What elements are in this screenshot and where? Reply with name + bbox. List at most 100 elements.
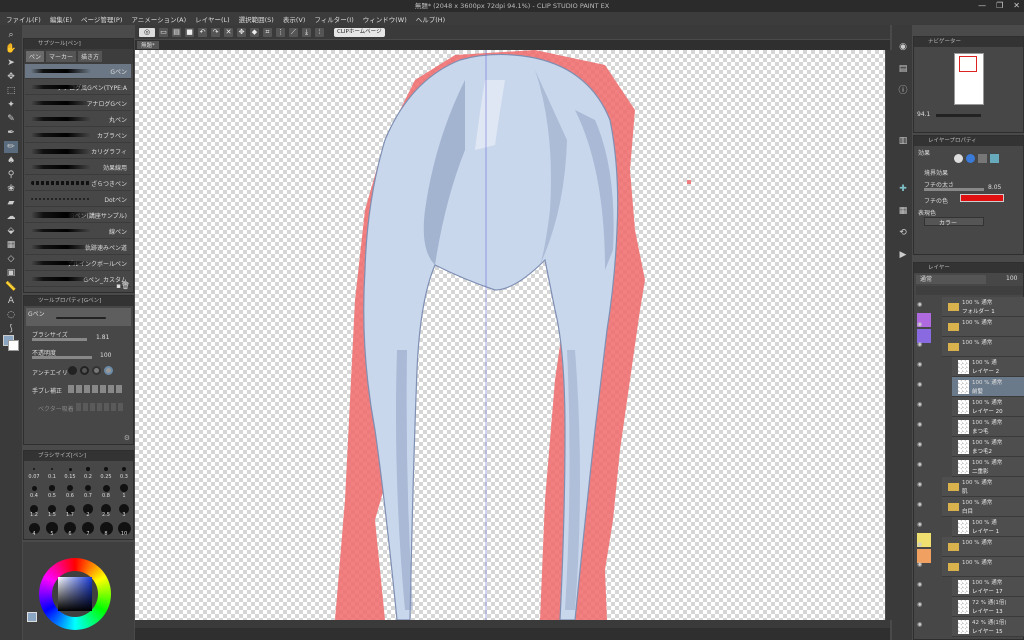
brush-item[interactable]: ゲルインクボールペン	[25, 256, 131, 271]
layer-row[interactable]: 42 % 通(1倍) レイヤー 15	[952, 617, 1024, 637]
operation-tool-icon[interactable]: ➤	[4, 57, 18, 69]
layer-visibility-icon[interactable]: ◉	[917, 341, 922, 348]
brush-size-preset[interactable]: 0.07	[26, 463, 42, 481]
effect-border-icon[interactable]	[954, 154, 963, 163]
brush-item[interactable]: 丸ペン	[25, 112, 131, 127]
expression-color-select[interactable]: カラー	[924, 217, 984, 227]
brush-size-slider[interactable]	[32, 338, 87, 341]
menu-window[interactable]: ウィンドウ(W)	[363, 14, 407, 24]
brush-size-preset[interactable]: 0.15	[62, 463, 78, 481]
ruler-tool-icon[interactable]: 📏	[4, 281, 18, 293]
vector-snap-options[interactable]	[76, 403, 124, 411]
decoration-icon[interactable]: ❀	[4, 183, 18, 195]
gradient-icon[interactable]: ▦	[4, 239, 18, 251]
menu-help[interactable]: ヘルプ(H)	[416, 14, 445, 24]
brush-size-preset[interactable]: 1	[116, 482, 132, 500]
antialias-strong-icon[interactable]	[104, 366, 113, 375]
brush-size-preset[interactable]: 7	[80, 520, 96, 538]
brush-item[interactable]: カブラペン	[25, 128, 131, 143]
effect-color-icon[interactable]	[990, 154, 999, 163]
snap-icon[interactable]: ⋮	[276, 27, 285, 37]
menu-view[interactable]: 表示(V)	[283, 14, 306, 24]
stabilization-slider[interactable]	[68, 385, 123, 393]
navigator-preview[interactable]	[954, 53, 984, 105]
brush-size-preset[interactable]: 0.5	[44, 482, 60, 500]
transform-icon[interactable]: ✥	[237, 27, 246, 37]
clip-home-button[interactable]: CLIPホームページ	[334, 27, 385, 37]
antialias-none-icon[interactable]	[68, 366, 77, 375]
layer-row[interactable]: 100 % 通常 レイヤー 20	[952, 397, 1024, 417]
brush-tool-icon[interactable]: ♠	[4, 155, 18, 167]
layer-visibility-icon[interactable]: ◉	[917, 481, 922, 488]
navigator-viewport[interactable]	[959, 56, 977, 72]
zoom-tool-icon[interactable]: ⌕	[4, 29, 18, 41]
brush-size-preset[interactable]: 2	[80, 501, 96, 519]
grid-snap-icon[interactable]: ⦙	[315, 27, 324, 37]
auto-action-icon[interactable]: ▶	[896, 249, 910, 261]
menu-file[interactable]: ファイル(F)	[6, 14, 41, 24]
menu-animation[interactable]: アニメーション(A)	[131, 14, 186, 24]
balloon-tool-icon[interactable]: ◌	[4, 309, 18, 321]
zoom-slider[interactable]	[936, 114, 981, 117]
sub-color-swatch[interactable]	[8, 340, 19, 351]
sub-view-icon[interactable]: ▤	[896, 63, 910, 75]
ruler-icon[interactable]: ⟋	[289, 27, 298, 37]
pen-tool-icon[interactable]: ✒	[4, 127, 18, 139]
layer-visibility-icon[interactable]: ◉	[917, 581, 922, 588]
layer-row[interactable]: 100 % 通常 フォルダー 1	[942, 297, 1024, 317]
brush-item[interactable]: 線ペン	[25, 224, 131, 239]
brush-size-preset[interactable]: 0.3	[116, 463, 132, 481]
layer-visibility-icon[interactable]: ◉	[917, 461, 922, 468]
brush-size-preset[interactable]: 0.6	[62, 482, 78, 500]
saturation-value-square[interactable]	[58, 577, 92, 611]
brush-size-preset[interactable]: 0.1	[44, 463, 60, 481]
brush-size-value[interactable]: 1.81	[96, 334, 109, 341]
layer-row[interactable]: 72 % 通(1倍) レイヤー 13	[952, 597, 1024, 617]
close-button[interactable]: ✕	[1013, 0, 1020, 12]
menu-page[interactable]: ページ管理(P)	[81, 14, 122, 24]
layer-row[interactable]: 100 % 通常 まつ毛	[952, 417, 1024, 437]
brush-size-preset[interactable]: 0.7	[80, 482, 96, 500]
move-layer-icon[interactable]: ✥	[4, 71, 18, 83]
tone-icon[interactable]: ✚	[896, 183, 910, 195]
brush-item[interactable]: Dotペン	[25, 192, 131, 207]
layer-visibility-icon[interactable]: ◉	[917, 621, 922, 628]
layer-visibility-icon[interactable]: ◉	[917, 421, 922, 428]
ruler-snap-icon[interactable]: ⤓	[302, 27, 311, 37]
brush-item[interactable]: 軌跡速みペン道	[25, 240, 131, 255]
fill-icon[interactable]: ◆	[250, 27, 259, 37]
edge-color-swatch[interactable]	[960, 194, 1004, 202]
edge-width-slider[interactable]	[924, 188, 984, 191]
layer-visibility-icon[interactable]: ◉	[917, 541, 922, 548]
eraser-icon[interactable]: ▰	[4, 197, 18, 209]
layer-row[interactable]: 100 % 通常肌	[942, 477, 1024, 497]
layer-visibility-icon[interactable]: ◉	[917, 561, 922, 568]
brush-size-preset[interactable]: 6	[62, 520, 78, 538]
antialias-weak-icon[interactable]	[80, 366, 89, 375]
brush-size-preset[interactable]: 1.5	[44, 501, 60, 519]
brush-size-preset[interactable]: 3	[116, 501, 132, 519]
layer-opacity-value[interactable]: 100	[1006, 275, 1017, 282]
layer-visibility-icon[interactable]: ◉	[917, 381, 922, 388]
auto-select-icon[interactable]: ✦	[4, 99, 18, 111]
brush-item[interactable]: Gペン	[25, 64, 131, 79]
layer-row[interactable]: 100 % 通常 白目	[942, 497, 1024, 517]
layer-visibility-icon[interactable]: ◉	[917, 521, 922, 528]
layer-row[interactable]: 100 % 通レイヤー 2	[952, 357, 1024, 377]
tool-settings-icon[interactable]: ⚙	[124, 434, 130, 442]
tab-marker[interactable]: マーカー	[46, 51, 77, 62]
brush-size-preset[interactable]: 5	[44, 520, 60, 538]
menu-selection[interactable]: 選択範囲(S)	[239, 14, 274, 24]
layer-visibility-icon[interactable]: ◉	[917, 501, 922, 508]
current-color-swatch[interactable]	[27, 612, 37, 622]
minimize-button[interactable]: —	[978, 0, 986, 12]
effect-watercolor-icon[interactable]	[966, 154, 975, 163]
correct-line-icon[interactable]: ⟆	[4, 323, 18, 335]
edge-width-value[interactable]: 8.05	[988, 184, 1001, 191]
effect-tone-icon[interactable]	[978, 154, 987, 163]
crop-icon[interactable]: ⌗	[263, 27, 272, 37]
layer-visibility-icon[interactable]: ◉	[917, 321, 922, 328]
layer-row[interactable]: 100 % 通常	[942, 337, 1024, 357]
drawing-canvas[interactable]	[135, 50, 885, 620]
navigator-zoom-value[interactable]: 94.1	[917, 111, 930, 118]
